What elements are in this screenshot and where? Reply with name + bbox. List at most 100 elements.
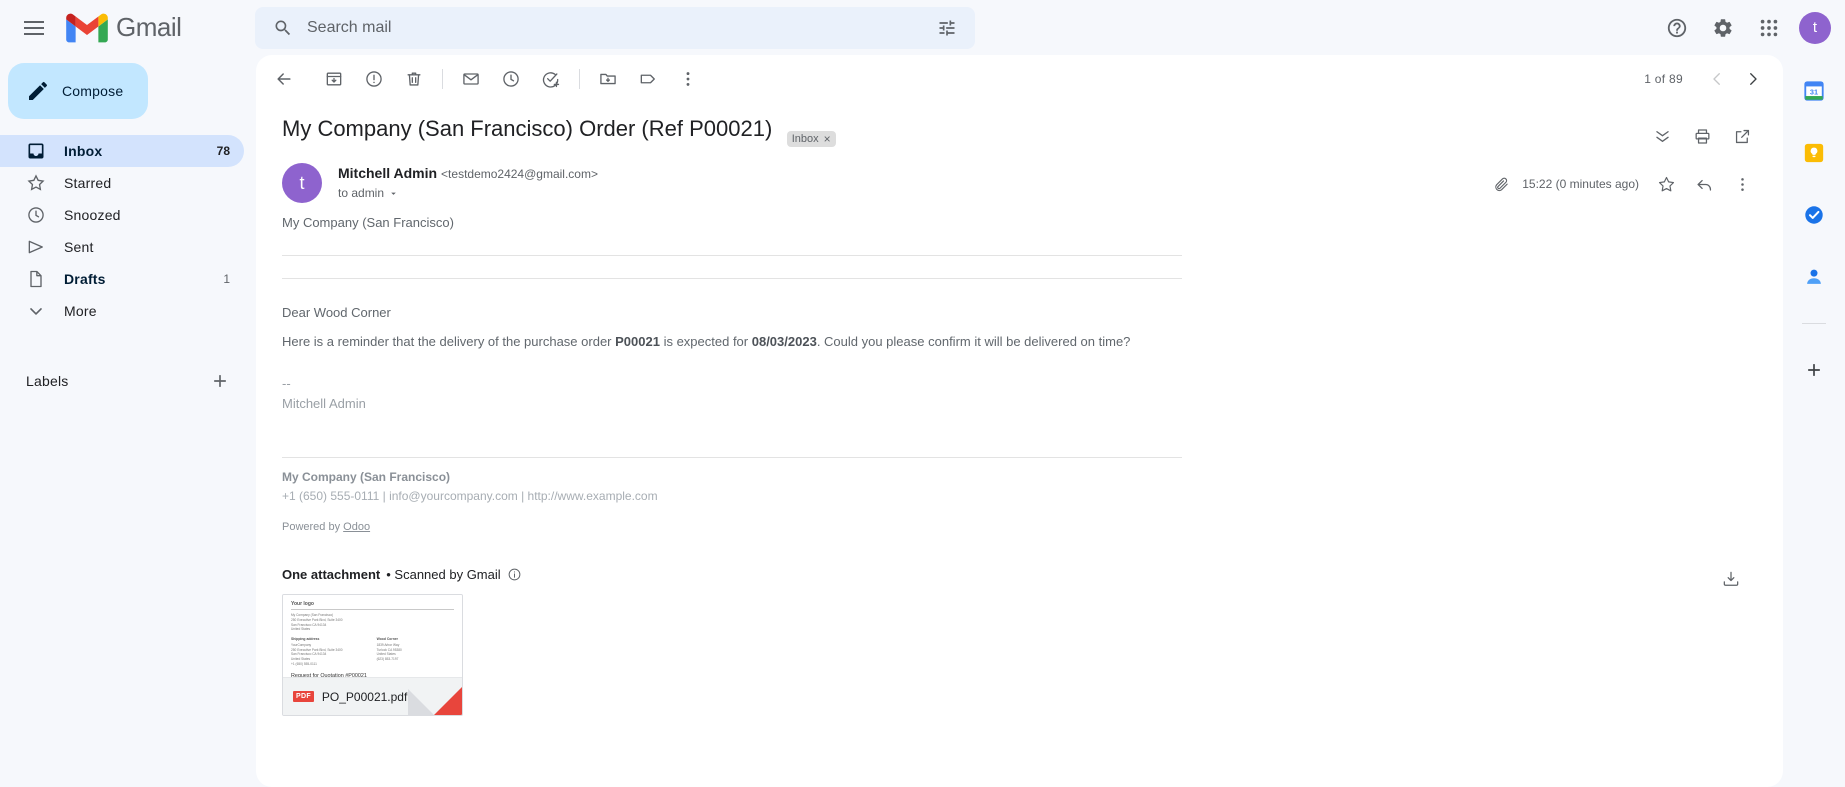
collapse-icon [1655,130,1669,142]
body-greeting: Dear Wood Corner [282,304,391,320]
help-icon [1667,18,1687,37]
attachment-icon [1495,177,1508,191]
google-keep-button[interactable] [1796,135,1832,171]
reply-button[interactable] [1687,167,1721,201]
odoo-link[interactable]: Odoo [343,521,370,533]
chevron-right-icon [1750,73,1757,85]
snooze-button[interactable] [491,59,531,99]
preview-logo: Your logo [291,601,314,608]
google-contacts-button[interactable] [1796,259,1832,295]
body-divider-footer [282,457,1182,459]
sidebar-item-more[interactable]: More [0,295,244,327]
delete-button[interactable] [394,59,434,99]
paragraph-mid: is expected for [659,334,752,349]
attachment-scan-label: • Scanned by Gmail [386,567,501,583]
recipient-label: to admin [338,186,385,200]
download-all-button[interactable] [1713,561,1749,597]
google-calendar-button[interactable]: 31 [1796,73,1832,109]
labels-header: Labels [0,361,256,401]
message-more-button[interactable] [1725,167,1759,201]
back-button[interactable] [264,59,304,99]
trash-icon [407,72,421,86]
corner-fold-icon [434,687,462,716]
sidebar-item-label: More [64,303,97,319]
google-apps-button[interactable] [1747,6,1791,50]
main-menu-button[interactable] [10,4,58,52]
pdf-badge-icon: PDF [293,691,314,703]
pencil-icon [29,81,48,100]
report-spam-button[interactable] [354,59,394,99]
newer-button[interactable] [1699,61,1735,97]
sender-email: <testdemo2424@gmail.com> [441,167,598,181]
more-vertical-icon [686,72,690,86]
archive-icon [326,72,342,86]
star-button[interactable] [1649,167,1683,201]
sidebar-item-snoozed[interactable]: Snoozed [0,199,244,231]
label-chip-text: Inbox [791,133,819,145]
more-options-button[interactable] [668,59,708,99]
clock-icon [503,71,519,87]
star-icon [27,174,45,191]
support-button[interactable] [1655,6,1699,50]
get-addons-button[interactable] [1796,352,1832,388]
create-label-button[interactable] [204,365,236,397]
search-input[interactable] [303,19,927,37]
search-icon [275,20,291,36]
email-timestamp: 15:22 (0 minutes ago) [1522,177,1639,191]
label-chip-remove-icon[interactable]: × [824,133,831,145]
gear-icon [1714,18,1732,37]
labels-button[interactable] [628,59,668,99]
email-body-inner: My Company (San Francisco) Dear Wood Cor… [282,213,1182,533]
svg-text:31: 31 [1810,87,1818,96]
corner-fold-shadow-icon [408,689,434,716]
preview-vendor-0: 1839 Arbor Way [376,642,400,647]
google-tasks-icon [1805,206,1823,224]
sidebar-item-inbox[interactable]: Inbox 78 [0,135,244,167]
labels-title: Labels [26,373,69,389]
settings-button[interactable] [1701,6,1745,50]
gmail-wordmark: Gmail [116,12,182,42]
print-button[interactable] [1685,119,1719,153]
powered-prefix: Powered by [282,521,344,534]
attachment-card[interactable]: Your logo My Company (San Francisco) 250… [282,594,463,717]
sender-avatar[interactable]: t [282,163,322,203]
search-button[interactable] [263,8,303,48]
preview-addr-3: United States [291,627,311,632]
preview-shipping-col: Shipping address YourCompany 250 Executi… [291,637,343,666]
sidebar-item-starred[interactable]: Starred [0,167,244,199]
account-avatar[interactable]: t [1799,11,1831,44]
preview-vendor-col: Wood Corner 1839 Arbor Way Turlock CA 95… [377,637,402,666]
gmail-app: Gmail t Compose [0,0,1845,787]
subject-row: My Company (San Francisco) Order (Ref P0… [256,103,1783,157]
sidebar-item-label: Snoozed [64,207,121,223]
sidebar-nav-list: Inbox 78 Starred Snoozed Sent Drafts 1 M… [0,135,256,327]
paragraph-post: . Could you please confirm it will be de… [816,334,1131,349]
sidebar-item-label: Starred [64,175,112,191]
footer-company: My Company (San Francisco) [282,470,451,485]
reply-arrow-icon [1697,179,1711,191]
compose-button[interactable]: Compose [8,63,148,119]
powered-by: Powered by Odoo [282,521,1182,533]
add-to-tasks-button[interactable] [531,59,571,99]
open-new-window-button[interactable] [1725,119,1759,153]
chevron-down-icon [30,308,42,315]
collapse-all-button[interactable] [1645,119,1679,153]
sidebar-item-sent[interactable]: Sent [0,231,244,263]
recipient-toggle[interactable]: to admin [338,186,598,200]
gmail-logo[interactable]: Gmail [66,12,182,44]
search-options-button[interactable] [927,8,967,48]
sender-line: Mitchell Admin <testdemo2424@gmail.com> [338,165,598,183]
top-bar: Gmail t [0,0,1845,55]
mark-unread-button[interactable] [451,59,491,99]
move-to-button[interactable] [588,59,628,99]
sidebar-item-drafts[interactable]: Drafts 1 [0,263,244,295]
attachment-count-label: One attachment [282,567,381,583]
archive-button[interactable] [314,59,354,99]
google-tasks-button[interactable] [1796,197,1832,233]
folder-move-icon [600,73,616,85]
older-button[interactable] [1735,61,1771,97]
info-icon[interactable] [507,567,522,582]
signature-dashes: -- [282,375,291,391]
sender-row: t Mitchell Admin <testdemo2424@gmail.com>… [256,157,1783,203]
sender-info: Mitchell Admin <testdemo2424@gmail.com> t… [338,163,598,200]
